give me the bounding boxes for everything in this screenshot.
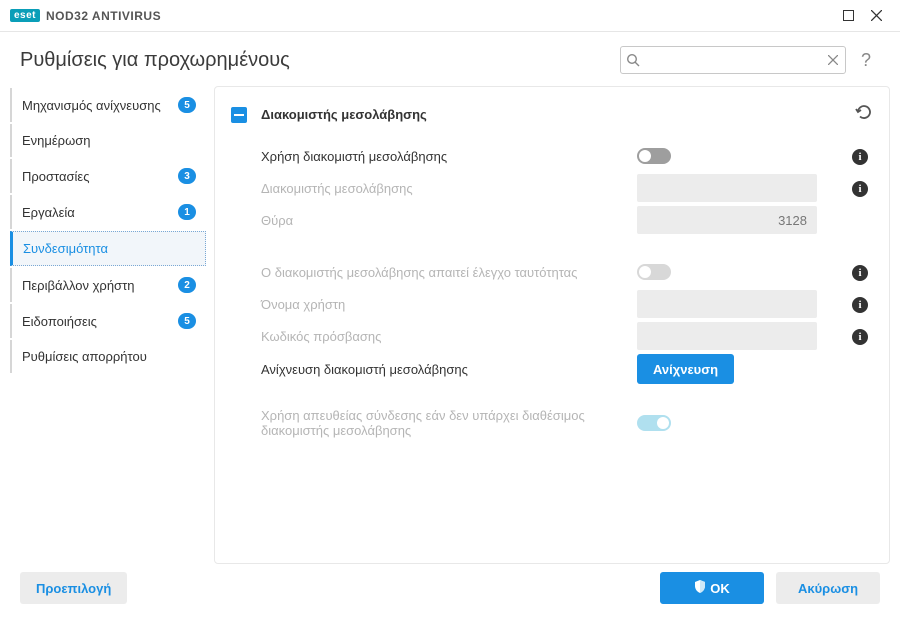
row-label: Χρήση απευθείας σύνδεσης εάν δεν υπάρχει… — [231, 408, 637, 438]
sidebar-item-tools[interactable]: Εργαλεία 1 — [10, 195, 206, 229]
row-detect: Ανίχνευση διακομιστή μεσολάβησης Ανίχνευ… — [231, 352, 873, 386]
section-header: Διακομιστής μεσολάβησης — [231, 97, 873, 140]
ok-button[interactable]: OK — [660, 572, 764, 604]
sidebar-item-protections[interactable]: Προστασίες 3 — [10, 159, 206, 193]
row-label: Ανίχνευση διακομιστή μεσολάβησης — [231, 362, 637, 377]
sidebar-item-label: Ειδοποιήσεις — [22, 314, 178, 329]
sidebar-item-connectivity[interactable]: Συνδεσιμότητα — [10, 231, 206, 266]
header: Ρυθμίσεις για προχωρημένους ? — [0, 32, 900, 84]
section-title: Διακομιστής μεσολάβησης — [261, 107, 855, 122]
info-icon[interactable]: i — [852, 329, 868, 345]
toggle-auth — [637, 264, 671, 280]
proxy-server-input — [637, 174, 817, 202]
info-icon[interactable]: i — [852, 181, 868, 197]
sidebar-item-label: Ενημέρωση — [22, 133, 196, 148]
shield-icon — [694, 580, 706, 596]
window-maximize-icon[interactable] — [834, 4, 862, 28]
sidebar-item-privacy[interactable]: Ρυθμίσεις απορρήτου — [10, 340, 206, 373]
sidebar-item-label: Συνδεσιμότητα — [23, 241, 195, 256]
sidebar-item-detection[interactable]: Μηχανισμός ανίχνευσης 5 — [10, 88, 206, 122]
row-auth: Ο διακομιστής μεσολάβησης απαιτεί έλεγχο… — [231, 256, 873, 288]
brand-logo: eset — [10, 9, 40, 22]
sidebar-badge: 3 — [178, 168, 196, 184]
row-label: Χρήση διακομιστή μεσολάβησης — [231, 149, 637, 164]
info-icon[interactable]: i — [852, 149, 868, 165]
sidebar-item-update[interactable]: Ενημέρωση — [10, 124, 206, 157]
info-icon[interactable]: i — [852, 265, 868, 281]
sidebar-item-ui[interactable]: Περιβάλλον χρήστη 2 — [10, 268, 206, 302]
row-use-proxy: Χρήση διακομιστή μεσολάβησης i — [231, 140, 873, 172]
collapse-icon[interactable] — [231, 107, 247, 123]
undo-icon[interactable] — [855, 103, 873, 126]
window-close-icon[interactable] — [862, 4, 890, 28]
toggle-use-proxy[interactable] — [637, 148, 671, 164]
sidebar-item-label: Μηχανισμός ανίχνευσης — [22, 98, 178, 113]
footer: Προεπιλογή OK Ακύρωση — [0, 560, 900, 620]
detect-button[interactable]: Ανίχνευση — [637, 354, 734, 384]
sidebar-item-label: Ρυθμίσεις απορρήτου — [22, 349, 196, 364]
row-label: Διακομιστής μεσολάβησης — [231, 181, 637, 196]
search-field[interactable] — [620, 46, 846, 74]
default-button[interactable]: Προεπιλογή — [20, 572, 127, 604]
sidebar-item-label: Εργαλεία — [22, 205, 178, 220]
help-icon[interactable]: ? — [852, 50, 880, 71]
search-input[interactable] — [645, 47, 821, 73]
row-username: Όνομα χρήστη i — [231, 288, 873, 320]
product-name: NOD32 ANTIVIRUS — [46, 9, 161, 23]
ok-label: OK — [710, 581, 730, 596]
toggle-direct-fallback — [637, 415, 671, 431]
sidebar-badge: 1 — [178, 204, 196, 220]
search-clear-icon[interactable] — [821, 55, 845, 65]
page-title: Ρυθμίσεις για προχωρημένους — [20, 49, 620, 72]
sidebar-item-label: Περιβάλλον χρήστη — [22, 278, 178, 293]
titlebar: eset NOD32 ANTIVIRUS — [0, 0, 900, 32]
row-port: Θύρα — [231, 204, 873, 236]
info-icon[interactable]: i — [852, 297, 868, 313]
sidebar-badge: 5 — [178, 313, 196, 329]
row-password: Κωδικός πρόσβασης i — [231, 320, 873, 352]
row-label: Θύρα — [231, 213, 637, 228]
cancel-button[interactable]: Ακύρωση — [776, 572, 880, 604]
sidebar-item-label: Προστασίες — [22, 169, 178, 184]
row-label: Κωδικός πρόσβασης — [231, 329, 637, 344]
password-input — [637, 322, 817, 350]
content-panel: Διακομιστής μεσολάβησης Χρήση διακομιστή… — [214, 86, 890, 564]
sidebar-item-notifications[interactable]: Ειδοποιήσεις 5 — [10, 304, 206, 338]
row-label: Όνομα χρήστη — [231, 297, 637, 312]
row-label: Ο διακομιστής μεσολάβησης απαιτεί έλεγχο… — [231, 265, 637, 280]
main: Μηχανισμός ανίχνευσης 5 Ενημέρωση Προστα… — [0, 84, 900, 564]
port-input — [637, 206, 817, 234]
sidebar-badge: 5 — [178, 97, 196, 113]
search-icon — [621, 53, 645, 67]
sidebar-badge: 2 — [178, 277, 196, 293]
row-proxy-server: Διακομιστής μεσολάβησης i — [231, 172, 873, 204]
row-direct-fallback: Χρήση απευθείας σύνδεσης εάν δεν υπάρχει… — [231, 406, 873, 440]
sidebar: Μηχανισμός ανίχνευσης 5 Ενημέρωση Προστα… — [0, 84, 214, 564]
username-input — [637, 290, 817, 318]
